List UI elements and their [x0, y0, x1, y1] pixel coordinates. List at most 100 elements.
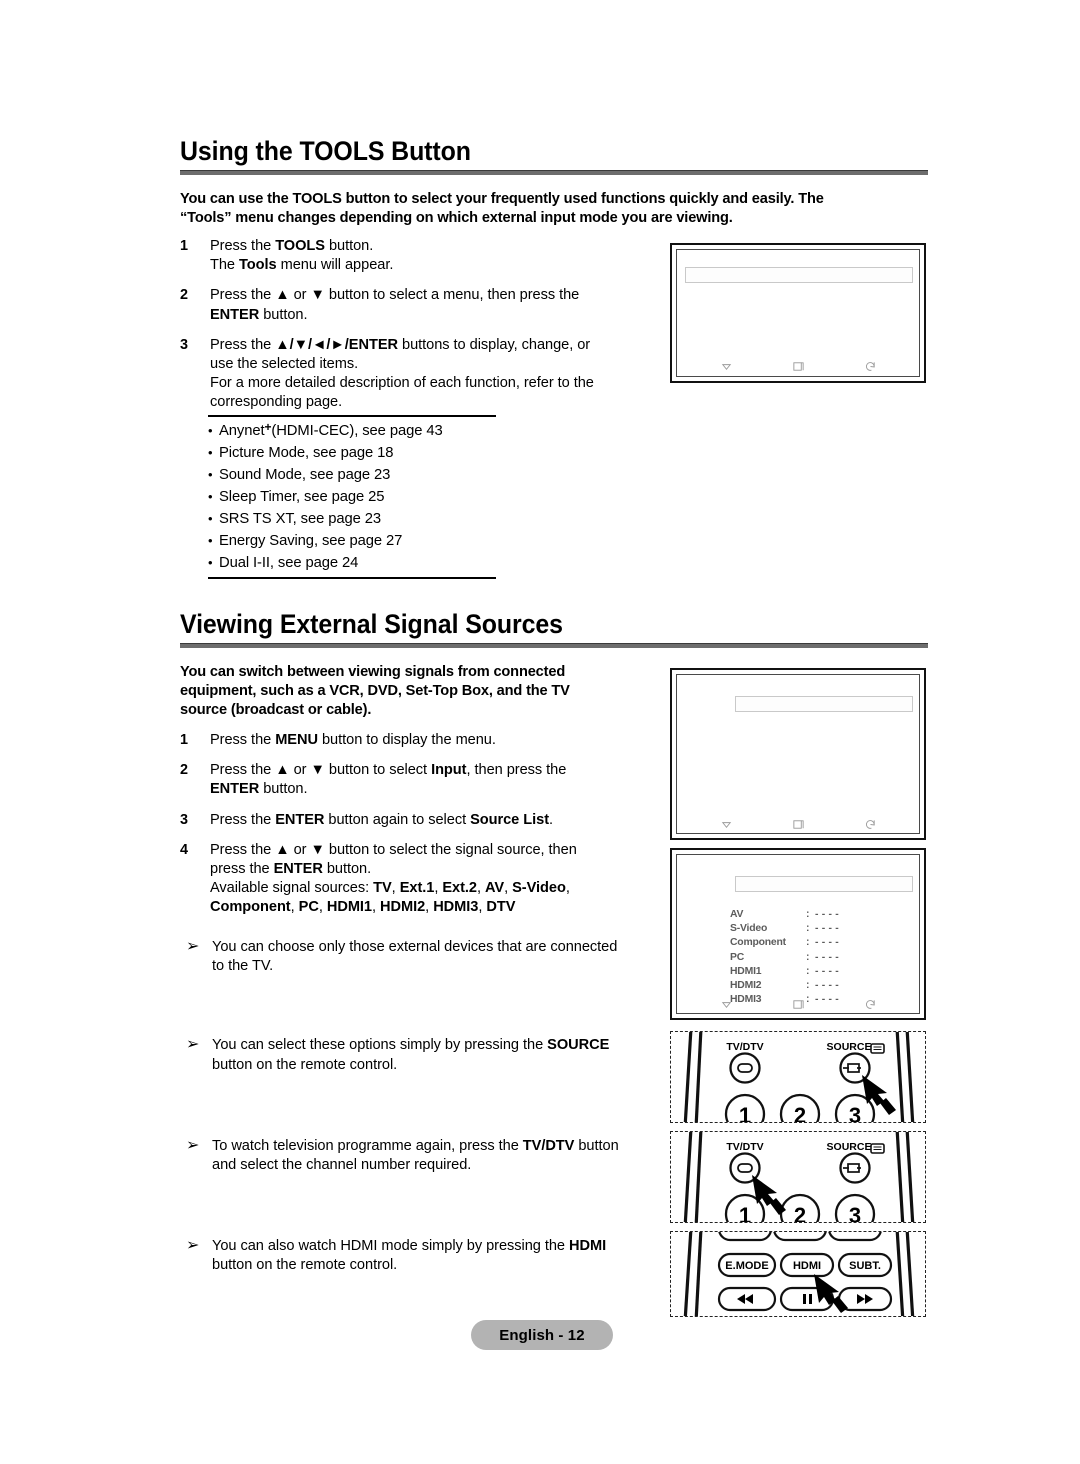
heading-rule: [180, 169, 928, 175]
body-text: , then press the: [466, 762, 567, 779]
body-text: press the: [210, 860, 274, 877]
remote-label-tvdtv: TV/DTV: [726, 1041, 763, 1053]
emphasis-text: HDMI2: [380, 899, 426, 916]
source-value: - - - -: [815, 909, 839, 920]
remote-label-tvdtv: TV/DTV: [726, 1141, 763, 1153]
emphasis-text: Source List: [470, 811, 550, 828]
body-text: and select the channel number required.: [212, 1156, 472, 1173]
step-item: 2 Press the ▲ or ▼ button to select a men…: [180, 286, 660, 324]
emphasis-text: Component: [210, 899, 291, 916]
body-text: button on the remote control.: [212, 1257, 398, 1274]
emphasis-text: S-Video: [512, 880, 566, 897]
body-text: ,: [391, 880, 400, 897]
step-item: 1 Press the TOOLS button. The Tools menu w…: [180, 237, 660, 275]
reference-list-item: SRS TS XT, see page 23: [208, 508, 508, 530]
note-text: To watch television programme again, pre…: [212, 1137, 672, 1175]
move-icon: [720, 818, 733, 831]
reference-list-item: Dual I-II, see page 24: [208, 552, 508, 574]
emphasis-text: Input: [431, 762, 467, 779]
reflist-rule-bottom: [208, 577, 496, 580]
svg-text:2: 2: [794, 1203, 806, 1223]
step-text: Press the ▲ or ▼ button to select the si…: [210, 841, 670, 918]
body-text: The: [210, 257, 240, 274]
emphasis-text: TV: [373, 880, 392, 897]
move-icon: [720, 360, 733, 373]
body-text: button again to select: [324, 811, 471, 828]
body-text: button.: [324, 238, 374, 254]
step-number: 2: [180, 762, 188, 779]
body-text: button: [574, 1137, 619, 1154]
emphasis-text: DTV: [486, 899, 516, 916]
emphasis-text: HDMI3: [433, 899, 479, 916]
remote-illustration-hdmi: E.MODE HDMI SUBT.: [670, 1231, 926, 1317]
step-item: 3 Press the ENTER button again to select …: [180, 811, 670, 830]
remote-label-source: SOURCE: [827, 1041, 872, 1053]
svg-text:1: 1: [739, 1103, 751, 1123]
note-text: You can also watch HDMI mode simply by p…: [212, 1237, 672, 1275]
screen-icon-row: [672, 360, 924, 373]
emphasis-text: AV: [485, 880, 505, 897]
source-name: S-Video: [730, 923, 768, 935]
remote-label-subt: SUBT.: [849, 1260, 881, 1272]
screen-icon-row: [672, 818, 924, 831]
emphasis-text: Tools: [239, 257, 277, 274]
screen-titlebar: [735, 696, 913, 712]
source-name: Component: [730, 937, 786, 949]
body-text: Press the: [210, 811, 276, 828]
reference-list-item: Energy Saving, see page 27: [208, 530, 508, 552]
emphasis-text: ▲/▼/◄/►/ENTER: [275, 336, 399, 353]
screen-titlebar: [735, 876, 913, 892]
note-item: ➢ You can select these options simply by …: [186, 1036, 672, 1074]
source-list-row[interactable]: Component: - - - -: [730, 936, 839, 950]
body-text: Press the: [210, 238, 276, 254]
body-text: For a more detailed description of each …: [210, 375, 594, 392]
body-text: ,: [290, 899, 299, 916]
intro-paragraph-tools: You can use the TOOLS button to select y…: [180, 190, 932, 228]
emphasis-text: HDMI: [569, 1238, 607, 1255]
notes-list: ➢ You can choose only those external devi…: [186, 938, 672, 1276]
intro-line: You can use the TOOLS button to select y…: [180, 191, 824, 207]
page-title-sources: Viewing External Signal Sources: [180, 609, 563, 639]
enter-icon: [792, 998, 805, 1011]
move-icon: [720, 998, 733, 1011]
body-text: You can choose only those external devic…: [212, 939, 618, 955]
intro-line: source (broadcast or cable).: [180, 701, 372, 718]
remote-illustration-tvdtv: TV/DTV SOURCE 1 2 3: [670, 1131, 926, 1223]
step-text: Press the TOOLS button. The Tools menu wi…: [210, 237, 660, 275]
body-text: button.: [259, 781, 308, 798]
source-list-row[interactable]: AV: - - - -: [730, 908, 839, 922]
source-name: AV: [730, 909, 744, 920]
source-list-row[interactable]: HDMI1: - - - -: [730, 965, 839, 979]
remote-label-source: SOURCE: [827, 1141, 872, 1153]
body-text: ,: [504, 880, 513, 897]
note-text: You can choose only those external devic…: [212, 938, 672, 976]
step-item: 4 Press the ▲ or ▼ button to select the s…: [180, 841, 670, 918]
note-item: ➢ You can choose only those external devi…: [186, 938, 672, 976]
emphasis-text: TV/DTV: [522, 1137, 575, 1154]
body-text: You can also watch HDMI mode simply by p…: [212, 1238, 570, 1255]
remote-label-emode: E.MODE: [725, 1260, 768, 1272]
heading-rule: [180, 642, 928, 648]
note-item: ➢ You can also watch HDMI mode simply by …: [186, 1237, 672, 1275]
arrow-bullet-icon: ➢: [186, 1036, 200, 1054]
source-list-row[interactable]: HDMI2: - - - -: [730, 979, 839, 993]
arrow-bullet-icon: ➢: [186, 938, 200, 955]
emphasis-text: ENTER: [275, 811, 325, 828]
step-number: 1: [180, 732, 188, 748]
source-list: AV: - - - - S-Video: - - - - Component: - - -…: [730, 908, 839, 1007]
step-text: Press the ENTER button again to select S…: [210, 811, 670, 830]
body-text: menu will appear.: [276, 257, 394, 274]
svg-text:2: 2: [794, 1103, 806, 1123]
svg-text:3: 3: [849, 1203, 861, 1223]
manual-page: Using the TOOLS Button You can use the T…: [0, 0, 1080, 1464]
enter-icon: [792, 360, 805, 373]
step-number: 3: [180, 811, 188, 828]
source-value: - - - -: [815, 923, 839, 935]
body-text: button on the remote control.: [212, 1056, 398, 1073]
source-list-row[interactable]: S-Video: - - - -: [730, 922, 839, 936]
body-text: use the selected items.: [210, 355, 359, 372]
source-list-row[interactable]: PC: - - - -: [730, 951, 839, 965]
footer-page-badge: English - 12: [471, 1320, 613, 1350]
body-text: ,: [565, 880, 570, 897]
step-text: Press the ▲ or ▼ button to select Input,…: [210, 761, 670, 799]
